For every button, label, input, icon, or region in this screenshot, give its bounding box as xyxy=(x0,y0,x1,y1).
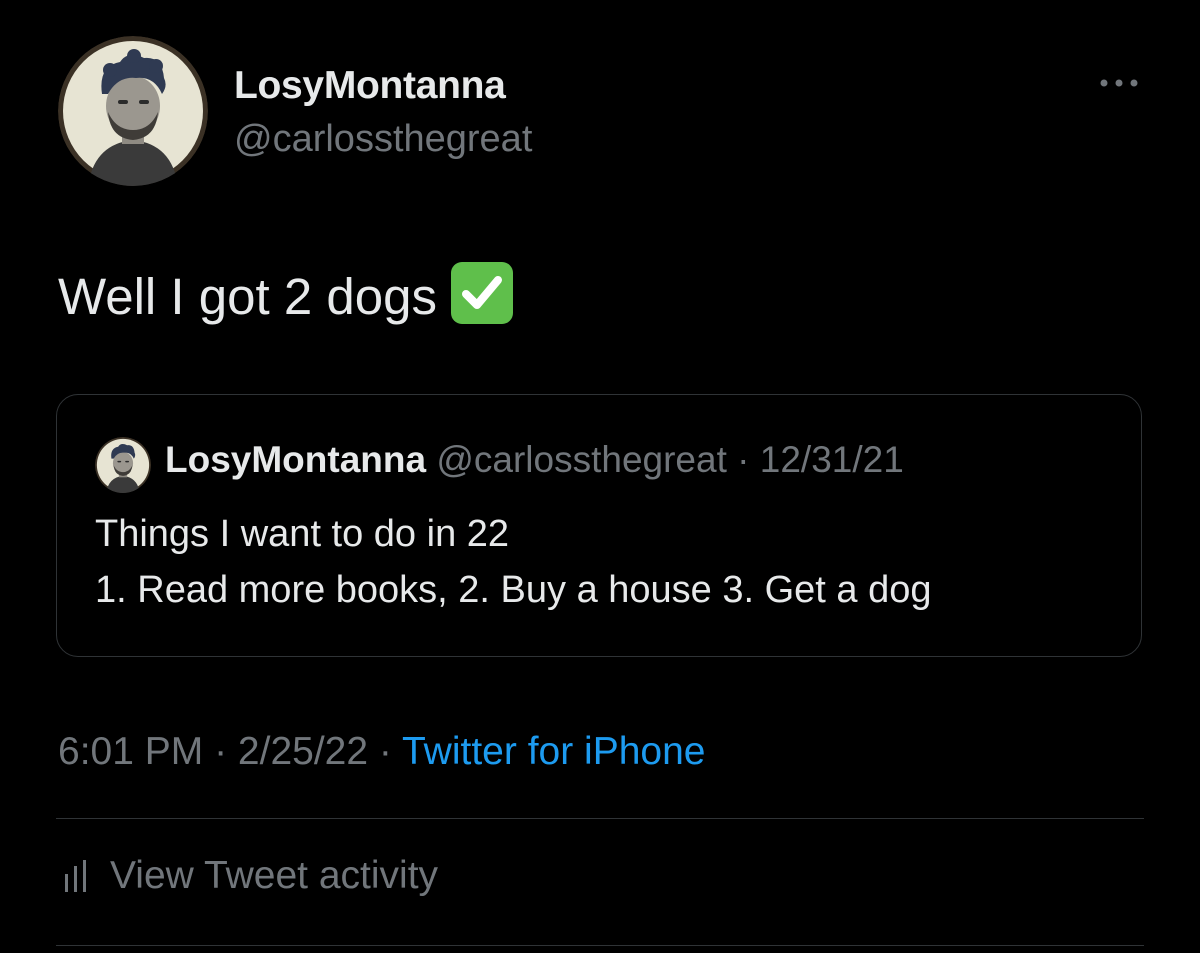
author-handle[interactable]: @carlossthegreat xyxy=(234,118,532,161)
quoted-tweet-text-line: 1. Read more books, 2. Buy a house 3. Ge… xyxy=(95,569,932,611)
more-options-button[interactable] xyxy=(1096,70,1142,96)
meta-separator: · xyxy=(368,730,403,773)
view-tweet-activity-label: View Tweet activity xyxy=(110,854,439,897)
tweet-text-content: Well I got 2 dogs xyxy=(58,268,437,325)
quoted-separator: · xyxy=(726,439,760,480)
quoted-author-handle: @carlossthegreat xyxy=(436,439,727,480)
quoted-tweet-date: 12/31/21 xyxy=(759,439,904,480)
cartoon-avatar-icon xyxy=(58,36,208,186)
tweet-date: 2/25/22 xyxy=(237,730,369,773)
divider xyxy=(56,945,1144,946)
quoted-author-name: LosyMontanna xyxy=(165,439,427,480)
quoted-tweet-text-line: Things I want to do in 22 xyxy=(95,513,510,555)
view-tweet-activity-button[interactable]: View Tweet activity xyxy=(58,854,438,898)
more-horizontal-icon xyxy=(1100,79,1138,87)
divider xyxy=(56,818,1144,819)
tweet-text: Well I got 2 dogs xyxy=(58,262,513,326)
quoted-tweet-header: LosyMontanna @carlossthegreat · 12/31/21 xyxy=(165,439,904,481)
quoted-author-avatar xyxy=(95,437,151,493)
author-avatar[interactable] xyxy=(58,36,208,186)
analytics-bars-icon xyxy=(65,860,86,892)
white-check-mark-emoji-icon xyxy=(450,262,513,324)
cartoon-avatar-icon xyxy=(95,437,151,493)
tweet-time: 6:01 PM xyxy=(58,730,204,773)
quoted-tweet-card[interactable]: LosyMontanna @carlossthegreat · 12/31/21… xyxy=(56,394,1142,657)
tweet-source-link[interactable]: Twitter for iPhone xyxy=(402,730,705,773)
author-display-name[interactable]: LosyMontanna xyxy=(234,64,506,108)
meta-separator: · xyxy=(203,730,238,773)
tweet-timestamp: 6:01 PM · 2/25/22 · Twitter for iPhone xyxy=(58,730,705,774)
